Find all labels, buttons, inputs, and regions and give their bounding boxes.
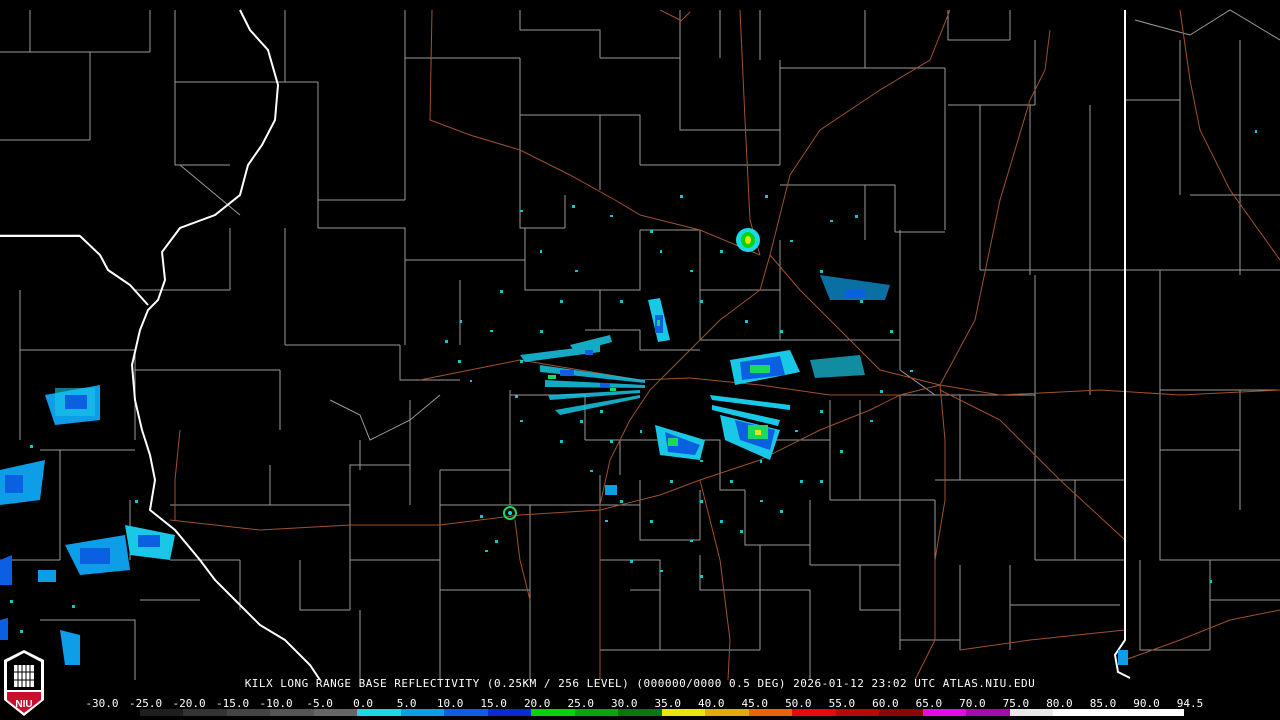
colorbar-segment xyxy=(313,709,358,716)
colorbar-segment xyxy=(531,709,575,716)
colorbar-segment xyxy=(661,709,706,716)
colorbar-segment xyxy=(574,709,619,716)
colorbar-segment xyxy=(1053,709,1097,716)
colorbar-segment xyxy=(400,709,445,716)
colorbar-segment xyxy=(270,709,314,716)
colorbar-segment xyxy=(1096,709,1141,716)
colorbar-segment xyxy=(966,709,1010,716)
logo-text: NIU xyxy=(15,699,32,710)
colorbar-segment xyxy=(1140,709,1184,716)
colorbar-segment xyxy=(487,709,532,716)
radar-map: NIU xyxy=(0,0,1280,720)
echo-cluster-northeast xyxy=(736,228,760,252)
colorbar-segment xyxy=(792,709,836,716)
reflectivity-colorbar xyxy=(96,709,1184,716)
colorbar-segment xyxy=(835,709,880,716)
product-caption: KILX LONG RANGE BASE REFLECTIVITY (0.25K… xyxy=(244,677,1036,690)
colorbar-segment xyxy=(183,709,227,716)
colorbar-segment xyxy=(705,709,749,716)
colorbar-segment xyxy=(748,709,793,716)
colorbar-segment xyxy=(96,709,140,716)
colorbar-segment xyxy=(139,709,184,716)
colorbar-segment xyxy=(1009,709,1054,716)
colorbar-segment xyxy=(879,709,923,716)
colorbar-labels: -30.0 -25.0 -20.0 -15.0 -10.0 -5.0 0.0 5.0 10.0 1… xyxy=(85,697,1203,710)
colorbar-segment xyxy=(226,709,271,716)
colorbar-segment xyxy=(618,709,662,716)
colorbar-segment xyxy=(357,709,401,716)
colorbar-segment xyxy=(922,709,967,716)
colorbar-segment xyxy=(444,709,488,716)
